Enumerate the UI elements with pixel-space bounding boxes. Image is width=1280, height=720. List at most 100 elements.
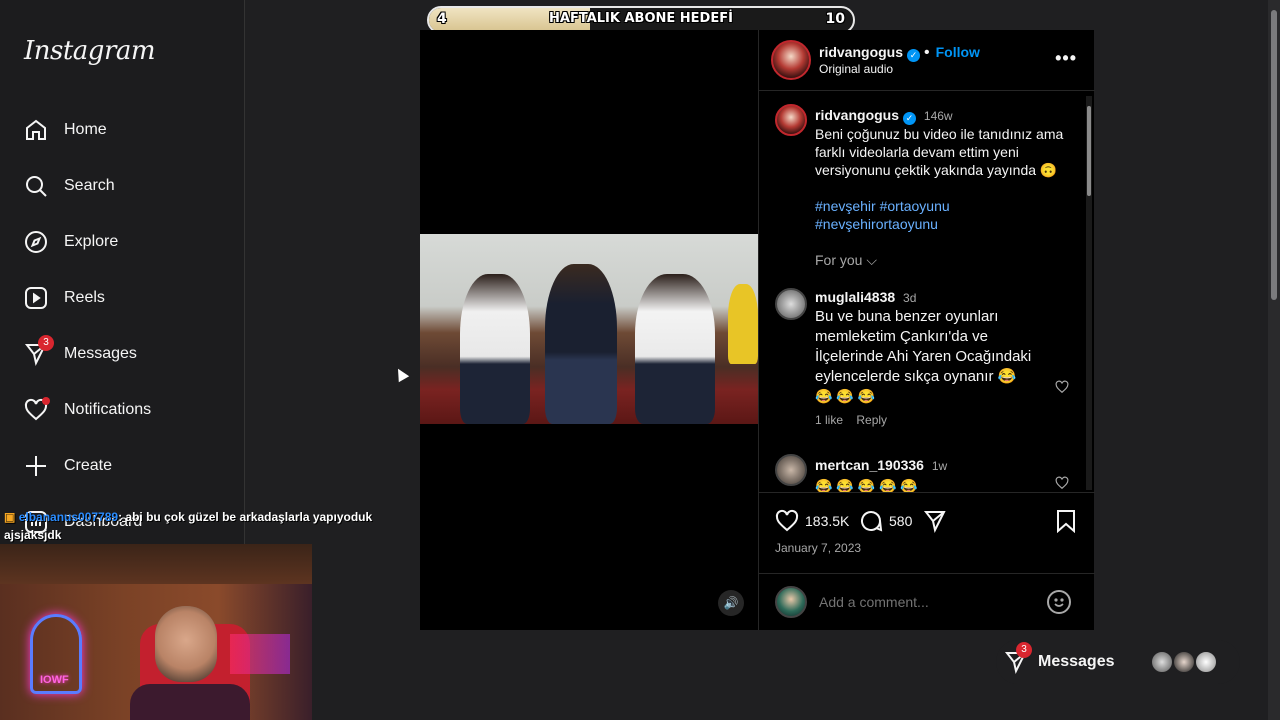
plus-icon <box>24 454 48 478</box>
more-options-icon[interactable]: ••• <box>1055 48 1077 69</box>
post-info-pane: ridvangogus ✓ • Follow Original audio ••• r… <box>758 30 1095 630</box>
save-action[interactable] <box>1055 509 1077 533</box>
sidebar-item-label: Explore <box>64 233 119 250</box>
comment-action[interactable]: 580 <box>859 509 912 533</box>
webcam-shelf <box>0 544 312 584</box>
messenger-icon: 3 <box>24 335 54 366</box>
video-person <box>460 274 530 424</box>
audio-label[interactable]: Original audio <box>819 62 980 76</box>
messenger-icon: 3 <box>1004 642 1032 674</box>
reels-icon <box>24 286 48 310</box>
goal-title: HAFTALIK ABONE HEDEFİ <box>549 11 733 26</box>
notification-dot <box>42 397 50 405</box>
comment-username[interactable]: mertcan_190336 <box>815 457 924 473</box>
comments-scroll-thumb[interactable] <box>1087 106 1091 196</box>
like-heart-icon[interactable] <box>775 509 799 533</box>
verified-badge-icon: ✓ <box>907 49 921 62</box>
video-person <box>728 284 758 364</box>
caption-hashtags[interactable]: #nevşehirortaoyunu <box>815 215 1075 233</box>
like-action[interactable]: 183.5K <box>775 509 849 533</box>
streamer-face <box>155 606 217 682</box>
comments-list[interactable]: ridvangogus ✓ 146w Beni çoğunuz bu video … <box>759 92 1085 492</box>
chevron-down-icon: ⌵ <box>866 252 877 268</box>
comment-emoji-line: 😂 😂 😂 <box>815 388 876 404</box>
sidebar-item-explore[interactable]: Explore <box>24 226 224 258</box>
page-scrollbar[interactable] <box>1268 0 1280 720</box>
sidebar-item-home[interactable]: Home <box>24 114 224 146</box>
comment-bubble-icon[interactable] <box>859 509 883 533</box>
for-you-filter[interactable]: For you ⌵ <box>815 252 877 269</box>
comment-item: mertcan_190336 1w 😂 😂 😂 😂 😂 <box>815 456 1059 492</box>
video-person <box>545 264 617 424</box>
likes-count[interactable]: 183.5K <box>805 513 849 529</box>
sidebar-item-label: Reels <box>64 289 105 306</box>
messages-floating-bar[interactable]: 3 Messages <box>996 640 1240 684</box>
caption-hashtags[interactable]: #nevşehir #ortaoyunu <box>815 197 1075 215</box>
sidebar-item-label: Create <box>64 457 113 474</box>
search-icon <box>24 174 48 198</box>
sidebar-item-notifications[interactable]: Notifications <box>24 394 224 426</box>
for-you-label: For you <box>815 252 863 268</box>
avatar[interactable] <box>775 288 807 320</box>
caption-text: Beni çoğunuz bu video ile tanıdınız ama … <box>815 126 1064 178</box>
streamer-webcam: IOWF <box>0 544 312 720</box>
add-comment-input[interactable]: Add a comment... <box>819 594 929 610</box>
comments-scrollbar[interactable] <box>1086 96 1092 490</box>
instagram-logo[interactable]: Instagram <box>24 36 156 66</box>
avatar[interactable] <box>775 586 807 618</box>
neon-light <box>230 634 290 674</box>
reply-button[interactable]: Reply <box>856 413 887 427</box>
like-comment-heart-icon[interactable] <box>1055 476 1069 490</box>
video-frame <box>420 234 758 424</box>
like-comment-heart-icon[interactable] <box>1055 380 1069 394</box>
chat-text: : abi bu çok güzel be arkadaşlarla yapıy… <box>118 510 373 524</box>
comments-count: 580 <box>889 513 913 529</box>
comment-username[interactable]: muglali4838 <box>815 289 895 305</box>
emoji-icon[interactable] <box>1047 590 1071 614</box>
messages-label: Messages <box>1038 653 1115 670</box>
volume-icon[interactable]: 🔊 <box>718 590 744 616</box>
avatar[interactable] <box>775 104 807 136</box>
messages-badge: 3 <box>38 335 54 351</box>
goal-end-value: 10 <box>825 11 845 27</box>
avatar <box>1194 650 1218 674</box>
stream-chat-message: ▣ elbananus007789: abi bu çok güzel be a… <box>4 508 384 544</box>
neon-logo-text: IOWF <box>40 674 69 686</box>
sidebar-item-search[interactable]: Search <box>24 170 224 202</box>
sidebar-item-label: Messages <box>64 345 137 362</box>
caption-username[interactable]: ridvangogus <box>815 107 899 123</box>
sidebar-item-label: Home <box>64 121 107 138</box>
messages-badge: 3 <box>1016 642 1032 658</box>
comment-text: Bu ve buna benzer oyunları memleketim Ça… <box>815 308 1032 385</box>
avatar[interactable] <box>771 40 811 80</box>
comment-time: 1w <box>931 459 948 473</box>
sidebar-item-messages[interactable]: 3 Messages <box>24 335 224 370</box>
page-scroll-thumb[interactable] <box>1271 10 1277 300</box>
sidebar-item-label: Notifications <box>64 401 152 418</box>
comment-time: 3d <box>903 291 917 305</box>
compass-icon <box>24 230 48 254</box>
verified-badge-icon: ✓ <box>903 112 917 125</box>
mouse-cursor <box>392 365 410 383</box>
comment-emoji-line: 😂 😂 😂 😂 😂 <box>815 478 918 492</box>
post-caption: ridvangogus ✓ 146w Beni çoğunuz bu video … <box>815 106 1075 233</box>
streamer-shirt <box>130 684 250 720</box>
sidebar-item-create[interactable]: Create <box>24 450 224 482</box>
chat-username: elbananus007789 <box>18 510 119 524</box>
share-icon[interactable] <box>923 509 947 533</box>
bookmark-icon[interactable] <box>1055 509 1077 533</box>
home-icon <box>24 118 48 142</box>
avatar <box>1172 650 1196 674</box>
post-actions: 183.5K 580 January 7, 2023 Add a comment… <box>759 492 1095 630</box>
post-date[interactable]: January 7, 2023 <box>775 541 861 555</box>
sidebar-item-reels[interactable]: Reels <box>24 282 224 314</box>
chat-text: ajsjaksjdk <box>4 528 62 542</box>
add-comment-bar: Add a comment... <box>759 573 1095 631</box>
post-author-username[interactable]: ridvangogus <box>819 44 903 60</box>
follow-button[interactable]: Follow <box>936 44 980 60</box>
avatar[interactable] <box>775 454 807 486</box>
reel-video-player[interactable]: 🔊 <box>420 30 758 630</box>
share-action[interactable] <box>923 509 947 533</box>
separator-dot: • <box>924 44 930 61</box>
comment-likes[interactable]: 1 like <box>815 413 843 427</box>
